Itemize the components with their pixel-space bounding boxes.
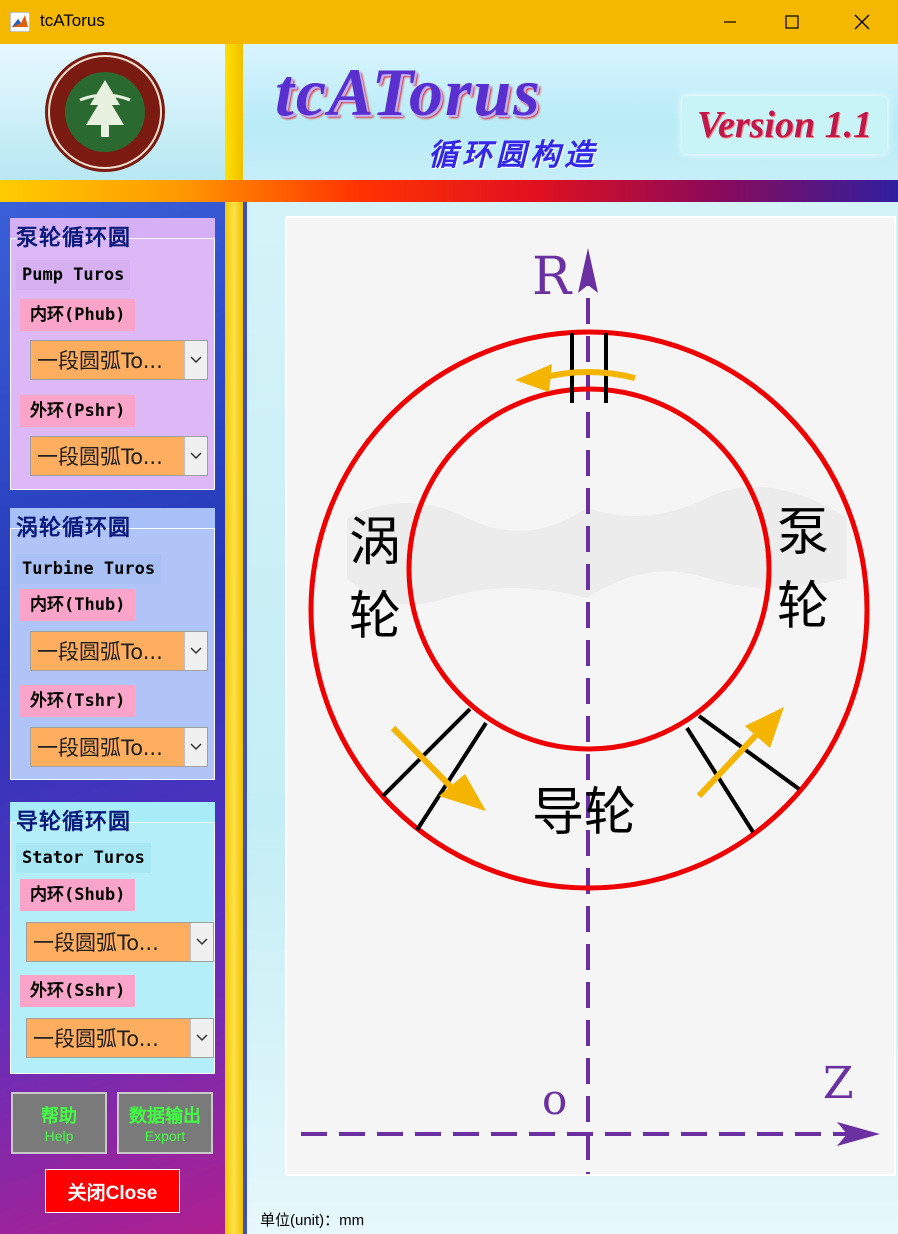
header-banner: tcATorus 循环圆构造 Version 1.1 [0, 44, 898, 180]
banner-divider [225, 44, 243, 180]
stator-panel: 导轮循环圆 Stator Turos 内环(Shub) 一段圆弧To... 外环… [10, 802, 215, 1074]
pump-panel-title: 泵轮循环圆 [16, 226, 132, 251]
stator-outer-value: 一段圆弧To... [33, 1027, 159, 1051]
export-button-cn: 数据输出 [129, 1106, 201, 1127]
turbine-outer-value: 一段圆弧To... [37, 736, 163, 760]
turbine-panel-title: 涡轮循环圆 [16, 516, 132, 541]
maximize-icon [785, 15, 799, 29]
app-subtitle: 循环圆构造 [428, 138, 598, 173]
unit-label: 单位(unit)：mm [260, 1212, 365, 1229]
torus-diagram: R Z o 涡 轮 泵 轮 导轮 [301, 247, 880, 1198]
help-button[interactable]: 帮助 Help [11, 1092, 107, 1154]
university-seal-icon [45, 52, 165, 172]
pump-inner-select[interactable]: 一段圆弧To... [30, 340, 208, 380]
pump-outer-label: 外环(Pshr) [20, 395, 136, 427]
stator-outer-label: 外环(Sshr) [20, 975, 136, 1007]
turbine-outer-select[interactable]: 一段圆弧To... [30, 727, 208, 767]
version-badge: Version 1.1 [682, 96, 887, 154]
pump-label-1: 泵 [777, 503, 829, 563]
chevron-down-icon [184, 632, 207, 670]
app-name: tcATorus [275, 54, 542, 130]
diagram-axes: R Z o 涡 轮 泵 轮 导轮 [285, 216, 896, 1198]
header-gradient-bar [0, 180, 898, 202]
minimize-icon [724, 21, 736, 23]
turbine-panel: 涡轮循环圆 Turbine Turos 内环(Thub) 一段圆弧To... 外… [10, 508, 215, 780]
stator-inner-value: 一段圆弧To... [33, 931, 159, 955]
stator-inner-select[interactable]: 一段圆弧To... [26, 922, 214, 962]
turbine-inner-select[interactable]: 一段圆弧To... [30, 631, 208, 671]
pump-inner-value: 一段圆弧To... [37, 349, 163, 373]
turbine-label-2: 轮 [349, 587, 401, 647]
help-button-en: Help [44, 1128, 74, 1144]
r-axis-label: R [532, 247, 573, 307]
turbine-inner-label: 内环(Thub) [20, 589, 136, 621]
export-button-en: Export [144, 1128, 186, 1144]
pump-panel: 泵轮循环圆 Pump Turos 内环(Phub) 一段圆弧To... 外环(P… [10, 218, 215, 490]
r-axis-arrow-icon [578, 248, 598, 293]
maximize-button[interactable] [762, 0, 822, 44]
blade-line [415, 721, 488, 832]
help-button-cn: 帮助 [41, 1106, 77, 1127]
pump-inner-label: 内环(Phub) [20, 299, 136, 331]
turbine-inner-value: 一段圆弧To... [37, 640, 163, 664]
pump-outer-select[interactable]: 一段圆弧To... [30, 436, 208, 476]
blade-line [685, 726, 755, 834]
turbine-panel-subtitle: Turbine Turos [16, 554, 162, 584]
chevron-down-icon [184, 728, 207, 766]
title-bar: tcATorus [0, 0, 898, 44]
flow-arrow-line [696, 731, 760, 799]
stator-panel-title: 导轮循环圆 [16, 810, 132, 835]
close-button[interactable]: 关闭Close [45, 1169, 180, 1213]
chevron-down-icon [184, 437, 207, 475]
export-button[interactable]: 数据输出 Export [117, 1092, 213, 1154]
chevron-down-icon [190, 923, 213, 961]
turbine-label-1: 涡 [349, 513, 401, 573]
stator-label: 导轮 [532, 783, 636, 843]
chevron-down-icon [190, 1019, 213, 1057]
window-title: tcATorus [40, 11, 105, 30]
pump-outer-value: 一段圆弧To... [37, 445, 163, 469]
pump-label-2: 轮 [777, 577, 829, 637]
stator-inner-label: 内环(Shub) [20, 879, 136, 911]
pump-panel-subtitle: Pump Turos [16, 260, 131, 290]
minimize-button[interactable] [700, 0, 760, 44]
z-axis-label: Z [823, 1058, 854, 1109]
origin-label: o [542, 1075, 567, 1124]
turbine-outer-label: 外环(Tshr) [20, 685, 136, 717]
flow-arrow-line [390, 725, 460, 796]
stator-panel-subtitle: Stator Turos [16, 843, 151, 873]
flow-arrow-icon [515, 364, 552, 392]
chevron-down-icon [184, 341, 207, 379]
close-icon [854, 14, 870, 30]
close-window-button[interactable] [832, 0, 892, 44]
matlab-icon [10, 12, 30, 32]
stator-outer-select[interactable]: 一段圆弧To... [26, 1018, 214, 1058]
sidebar-divider [225, 202, 243, 1234]
